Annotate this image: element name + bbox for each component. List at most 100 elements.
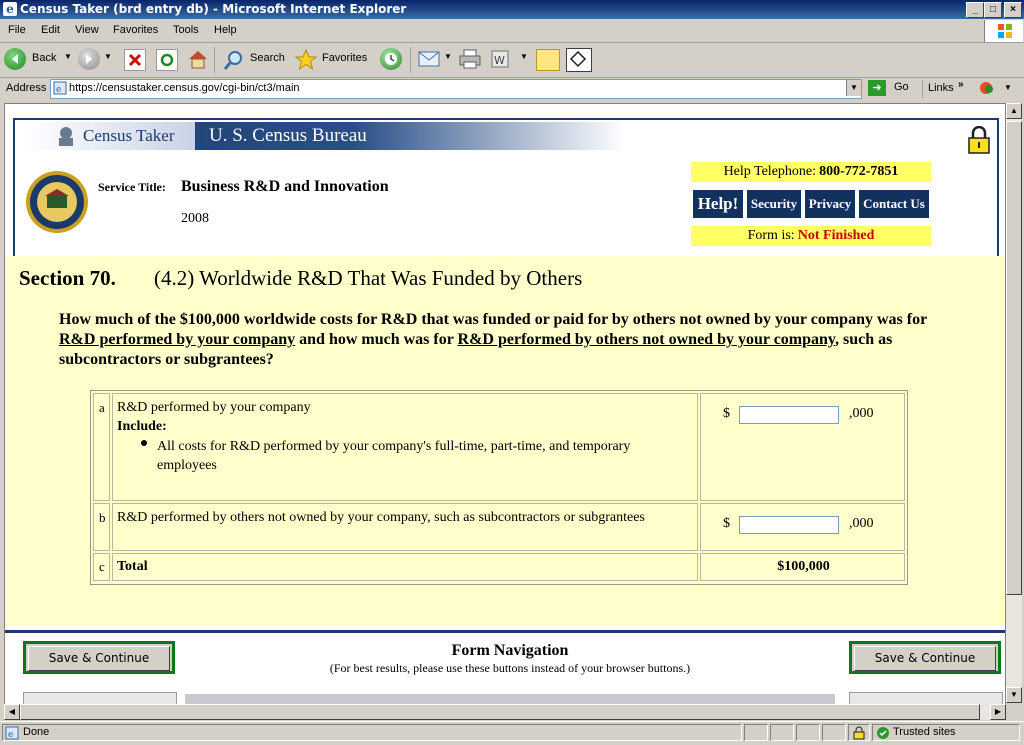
vertical-scrollbar[interactable]: ▲ ▼ [1006, 103, 1022, 703]
question-text: How much of the $100,000 worldwide costs… [59, 310, 959, 370]
row-c-letter: c [93, 553, 110, 581]
menu-edit[interactable]: Edit [41, 24, 60, 36]
row-c-description: Total [112, 553, 698, 581]
census-header: Census Taker U. S. Census Bureau Service… [13, 118, 999, 258]
ie-icon: e [3, 2, 17, 16]
horizontal-scrollbar[interactable]: ◀ ▶ [4, 704, 1006, 720]
status-panel [744, 724, 768, 741]
row-a-thousands: ,000 [849, 406, 874, 421]
question-part: and how much was for [295, 331, 458, 348]
links-button[interactable]: Links [928, 82, 954, 94]
maximize-button[interactable]: □ [984, 2, 1002, 18]
addressbar-separator [922, 80, 923, 98]
page-done-icon: e [5, 726, 19, 740]
form-navigation-title: Form Navigation [451, 642, 569, 659]
row-a-letter: a [93, 393, 110, 501]
mail-icon [418, 51, 440, 67]
menu-file[interactable]: File [8, 24, 26, 36]
close-button[interactable]: × [1004, 2, 1022, 18]
home-button[interactable] [186, 48, 210, 70]
rd-performed-by-company-link[interactable]: R&D performed by your company [59, 331, 295, 348]
survey-year: 2008 [181, 211, 209, 226]
row-b-thousands: ,000 [849, 516, 874, 531]
home-icon [189, 51, 207, 69]
row-a-description: R&D performed by your company Include: A… [112, 393, 698, 501]
scroll-up-icon[interactable]: ▲ [1006, 103, 1022, 119]
scroll-thumb[interactable] [1006, 121, 1022, 595]
minimize-button[interactable]: _ [966, 2, 984, 18]
form-status-label: Form is: [747, 228, 795, 243]
security-link[interactable]: Security [747, 190, 801, 218]
hscroll-thumb[interactable] [20, 704, 980, 720]
menu-favorites[interactable]: Favorites [113, 24, 158, 36]
back-arrow-icon [4, 48, 26, 70]
row-c-total-cell: $100,000 [700, 553, 905, 581]
addon-dropdown-icon[interactable]: ▼ [1004, 83, 1012, 92]
addon-button[interactable] [978, 80, 996, 96]
privacy-link[interactable]: Privacy [805, 190, 855, 218]
mail-button[interactable] [418, 50, 442, 68]
printer-icon [459, 49, 481, 69]
toolbar-separator [410, 47, 411, 73]
refresh-icon [160, 53, 174, 67]
row-b-text: R&D performed by others not owned by you… [117, 510, 645, 525]
address-dropdown-icon[interactable]: ▼ [846, 80, 861, 96]
status-text-panel: e Done [2, 724, 742, 741]
history-button[interactable] [380, 48, 402, 70]
refresh-button[interactable] [156, 49, 178, 71]
scroll-left-icon[interactable]: ◀ [4, 704, 20, 720]
address-label: Address [6, 82, 47, 94]
census-bureau-label: U. S. Census Bureau [209, 125, 367, 146]
menu-view[interactable]: View [75, 24, 99, 36]
back-label: Back [32, 52, 57, 64]
edit-button[interactable]: W [490, 49, 510, 69]
page-icon: e [53, 81, 67, 95]
section-select-partial[interactable] [185, 694, 835, 704]
save-continue-button-left[interactable]: Save & Continue [23, 641, 175, 674]
status-panel [770, 724, 794, 741]
row-c-text: Total [117, 559, 148, 574]
scroll-down-icon[interactable]: ▼ [1006, 687, 1022, 703]
scroll-right-icon[interactable]: ▶ [990, 704, 1006, 720]
menu-bar: File Edit View Favorites Tools Help [0, 20, 1024, 43]
contact-us-link[interactable]: Contact Us [859, 190, 929, 218]
back-dropdown-icon[interactable]: ▼ [64, 52, 72, 61]
browser-viewport: Census Taker U. S. Census Bureau Service… [4, 103, 1006, 705]
service-title: Business R&D and Innovation [181, 178, 389, 195]
address-input[interactable]: e https://censustaker.census.gov/cgi-bin… [50, 79, 862, 99]
research-icon [569, 50, 587, 68]
stop-button[interactable] [124, 49, 146, 71]
form-status-box: Form is: Not Finished [691, 226, 931, 246]
rd-performed-by-others-link[interactable]: R&D performed by others not owned by you… [458, 331, 835, 348]
links-chevron-icon[interactable]: » [958, 79, 964, 90]
windows-logo [984, 20, 1023, 42]
window-title: Census Taker (brd entry db) - Microsoft … [20, 2, 407, 16]
menu-tools[interactable]: Tools [173, 24, 199, 36]
messenger-button[interactable] [566, 48, 592, 72]
save-continue-button-right[interactable]: Save & Continue [849, 641, 1001, 674]
edit-dropdown-icon[interactable]: ▼ [520, 52, 528, 61]
banner-left: Census Taker [25, 122, 195, 150]
row-b-amount-input[interactable] [739, 516, 839, 534]
svg-text:e: e [8, 730, 13, 740]
row-a-amount-input[interactable] [739, 406, 839, 424]
discuss-button[interactable] [536, 49, 560, 71]
help-nav: Help! Security Privacy Contact Us [693, 190, 931, 220]
forward-button[interactable] [78, 48, 100, 70]
department-of-commerce-seal-icon [26, 171, 88, 233]
print-button[interactable] [458, 49, 482, 69]
forward-dropdown-icon[interactable]: ▼ [104, 52, 112, 61]
form-status-value: Not Finished [797, 228, 875, 243]
forward-arrow-icon [86, 54, 92, 64]
question-part: How much of the $100,000 worldwide costs… [59, 311, 927, 328]
search-icon [223, 51, 242, 70]
star-icon [294, 48, 318, 71]
row-b-description: R&D performed by others not owned by you… [112, 503, 698, 551]
word-edit-icon: W [491, 50, 509, 68]
mail-dropdown-icon[interactable]: ▼ [444, 52, 452, 61]
security-zone-text: Trusted sites [893, 726, 956, 738]
census-taker-label: Census Taker [83, 126, 175, 145]
rd-table: a R&D performed by your company Include:… [90, 390, 908, 585]
help-button[interactable]: Help! [693, 190, 743, 218]
menu-help[interactable]: Help [214, 24, 237, 36]
